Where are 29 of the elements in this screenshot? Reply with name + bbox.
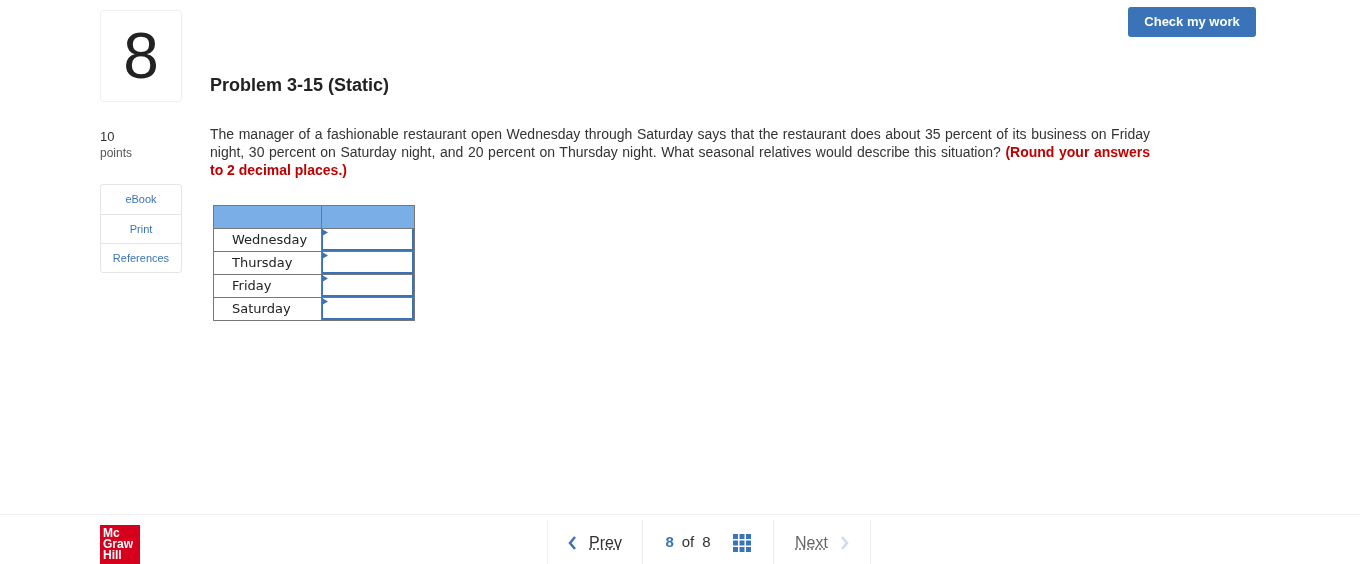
answer-field[interactable] (322, 252, 414, 274)
prev-link[interactable]: Prev (548, 520, 643, 564)
corner-marker-icon (322, 298, 328, 305)
resource-link[interactable]: Print (101, 214, 181, 243)
points-label: points (100, 145, 134, 161)
chevron-right-icon (839, 535, 849, 550)
corner-marker-icon (322, 275, 328, 282)
total-questions: 8 (702, 532, 711, 553)
problem-text: The manager of a fashionable restaurant open Wednesday through Saturday says that the restaurant does about 35 percent of its business on Friday night, 30 percent on Saturday night, and 20 percent on Thursday night. What seasonal relatives would describe this situation? (Round your answers to 2 decimal places.) (210, 125, 1150, 179)
publisher-logo: Mc Graw Hill (100, 525, 140, 564)
points-value: 10 (100, 129, 116, 145)
corner-marker-icon (322, 229, 328, 236)
grid-icon[interactable] (732, 533, 751, 552)
chevron-left-icon (568, 535, 578, 550)
row-label: Saturday (213, 297, 322, 321)
answer-field[interactable] (322, 229, 414, 251)
answer-field[interactable] (322, 298, 414, 320)
row-label: Friday (213, 274, 322, 298)
of-label: of (681, 532, 695, 553)
corner-marker-icon (322, 252, 328, 259)
row-label: Wednesday (213, 228, 322, 252)
row-label: Thursday (213, 251, 322, 275)
check-my-work-button[interactable]: Check my work (1128, 7, 1256, 37)
answer-field[interactable] (322, 275, 414, 297)
current-question: 8 (665, 532, 674, 553)
question-number: 8 (100, 10, 182, 102)
resource-link[interactable]: eBook (101, 185, 181, 214)
problem-title: Problem 3-15 (Static) (210, 74, 391, 96)
resource-link[interactable]: References (101, 243, 181, 272)
